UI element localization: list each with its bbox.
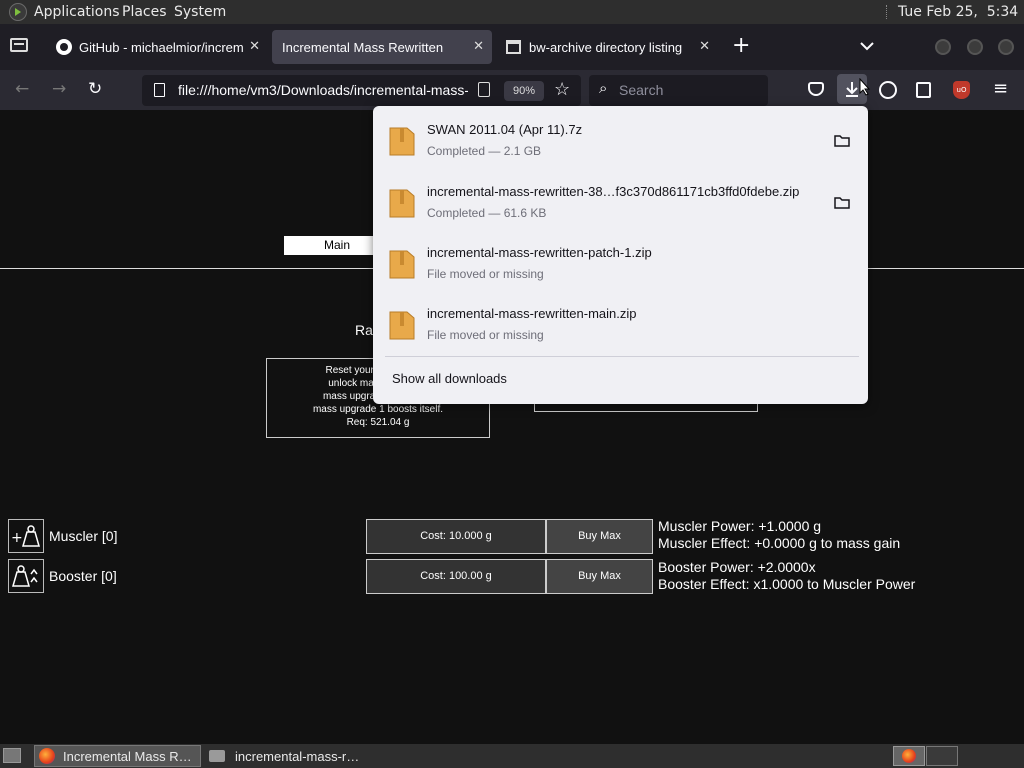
download-name: incremental-mass-rewritten-main.zip xyxy=(427,306,637,321)
github-icon xyxy=(56,39,72,55)
booster-effect: Booster Effect: x1.0000 to Muscler Power xyxy=(658,576,916,592)
booster-label: Booster [0] xyxy=(49,568,117,584)
download-item[interactable]: incremental-mass-rewritten-main.zip File… xyxy=(387,298,857,354)
tab-github-label: GitHub - michaelmior/increme xyxy=(79,39,244,55)
task-file-manager-label: incremental-mass-r… xyxy=(235,748,360,764)
search-icon: ⌕ xyxy=(599,80,608,97)
download-name: SWAN 2011.04 (Apr 11).7z xyxy=(427,122,583,137)
close-window-icon[interactable] xyxy=(998,39,1014,55)
tab-bw-archive-label: bw-archive directory listing xyxy=(529,39,683,55)
clock[interactable]: Tue Feb 25, 5:34 PM xyxy=(898,4,1024,20)
pocket-icon[interactable] xyxy=(808,82,824,96)
booster-power: Booster Power: +2.0000x xyxy=(658,559,816,575)
menu-places[interactable]: Places xyxy=(122,4,167,20)
archive-file-icon xyxy=(389,247,415,279)
booster-buy-max-button[interactable]: Buy Max xyxy=(546,559,653,594)
muscler-cost-button[interactable]: Cost: 10.000 g xyxy=(366,519,546,554)
new-tab-icon[interactable]: + xyxy=(732,33,750,58)
archive-file-icon xyxy=(389,308,415,340)
workspace-switcher-empty[interactable] xyxy=(926,746,958,766)
muscler-power: Muscler Power: +1.0000 g xyxy=(658,518,822,534)
tab-incremental-mass[interactable]: Incremental Mass Rewritten ✕ xyxy=(272,30,492,64)
reader-view-icon[interactable] xyxy=(478,82,490,97)
show-desktop-icon[interactable] xyxy=(3,748,21,763)
zoom-level[interactable]: 90% xyxy=(504,81,544,101)
download-item[interactable]: incremental-mass-rewritten-patch-1.zip F… xyxy=(387,237,857,293)
tab-close-icon[interactable]: ✕ xyxy=(249,38,260,54)
menu-system[interactable]: System xyxy=(174,4,226,20)
open-folder-icon[interactable] xyxy=(833,132,851,150)
muscler-info: Muscler Power: +1.0000 g Muscler Effect:… xyxy=(658,518,900,552)
account-icon[interactable] xyxy=(879,81,897,99)
search-input[interactable]: Search xyxy=(619,82,663,98)
page-file-icon xyxy=(154,83,165,97)
reset-line: mass upgrade 1 boosts itself. xyxy=(312,404,444,415)
archive-icon xyxy=(506,40,521,54)
download-status: Completed — 2.1 GB xyxy=(427,144,542,158)
forward-icon[interactable]: → xyxy=(52,79,66,99)
firefox-view-icon[interactable] xyxy=(10,38,28,52)
back-icon[interactable]: ← xyxy=(15,79,29,99)
taskbar: Incremental Mass R… incremental-mass-r… xyxy=(0,744,1024,768)
rage-label: Ra xyxy=(355,322,373,338)
booster-info: Booster Power: +2.0000x Booster Effect: … xyxy=(658,559,915,593)
download-status: Completed — 61.6 KB xyxy=(427,206,547,220)
download-item[interactable]: incremental-mass-rewritten-38…f3c370d861… xyxy=(387,176,857,232)
archive-file-icon xyxy=(389,124,415,156)
tab-bw-archive[interactable]: bw-archive directory listing ✕ xyxy=(496,30,718,64)
booster-icon xyxy=(8,559,44,593)
app-menu-icon[interactable]: ≡ xyxy=(993,78,1008,99)
muscler-effect: Muscler Effect: +0.0000 g to mass gain xyxy=(658,535,901,551)
panel-separator xyxy=(886,5,888,19)
tab-strip: GitHub - michaelmior/increme ✕ Increment… xyxy=(0,24,1024,70)
download-status: File moved or missing xyxy=(427,328,544,342)
downloads-separator xyxy=(385,356,859,357)
mouse-cursor xyxy=(859,77,871,100)
tab-github[interactable]: GitHub - michaelmior/increme ✕ xyxy=(46,30,268,64)
archive-file-icon xyxy=(389,186,415,218)
menu-applications[interactable]: Applications xyxy=(34,4,120,20)
task-firefox-label: Incremental Mass R… xyxy=(63,748,192,764)
url-bar[interactable]: file:///home/vm3/Downloads/incremental-m… xyxy=(142,75,581,106)
tab-incremental-mass-label: Incremental Mass Rewritten xyxy=(282,39,444,55)
svg-text:+: + xyxy=(11,530,23,546)
download-name: incremental-mass-rewritten-38…f3c370d861… xyxy=(427,184,800,199)
folder-icon xyxy=(209,750,225,762)
task-firefox[interactable]: Incremental Mass R… xyxy=(34,745,201,767)
distro-logo-icon[interactable] xyxy=(9,3,27,21)
show-all-downloads-button[interactable]: Show all downloads xyxy=(392,371,507,386)
download-name: incremental-mass-rewritten-patch-1.zip xyxy=(427,245,652,260)
search-bar[interactable]: ⌕ Search xyxy=(589,75,768,106)
booster-cost-button[interactable]: Cost: 100.00 g xyxy=(366,559,546,594)
url-text[interactable]: file:///home/vm3/Downloads/incremental-m… xyxy=(178,82,468,98)
muscler-buy-max-button[interactable]: Buy Max xyxy=(546,519,653,554)
bookmark-star-icon[interactable]: ☆ xyxy=(554,79,570,100)
downloads-panel: SWAN 2011.04 (Apr 11).7z Completed — 2.1… xyxy=(373,106,868,404)
tab-close-icon[interactable]: ✕ xyxy=(699,38,710,54)
tab-close-icon[interactable]: ✕ xyxy=(473,38,484,54)
maximize-icon[interactable] xyxy=(967,39,983,55)
workspace-switcher[interactable] xyxy=(893,746,925,766)
reset-line: Req: 521.04 g xyxy=(346,417,410,428)
muscler-icon: + xyxy=(8,519,44,553)
ublock-icon[interactable]: uO xyxy=(953,81,970,99)
download-status: File moved or missing xyxy=(427,267,544,281)
muscler-label: Muscler [0] xyxy=(49,528,118,544)
list-all-tabs-icon[interactable] xyxy=(860,36,874,55)
firefox-icon xyxy=(39,748,55,764)
task-file-manager[interactable]: incremental-mass-r… xyxy=(205,745,375,767)
open-folder-icon[interactable] xyxy=(833,194,851,212)
download-item[interactable]: SWAN 2011.04 (Apr 11).7z Completed — 2.1… xyxy=(387,114,857,170)
extensions-icon[interactable] xyxy=(916,82,931,98)
reload-icon[interactable]: ↻ xyxy=(88,79,102,99)
top-panel: Applications Places System Tue Feb 25, 5… xyxy=(0,0,1024,24)
minimize-icon[interactable] xyxy=(935,39,951,55)
